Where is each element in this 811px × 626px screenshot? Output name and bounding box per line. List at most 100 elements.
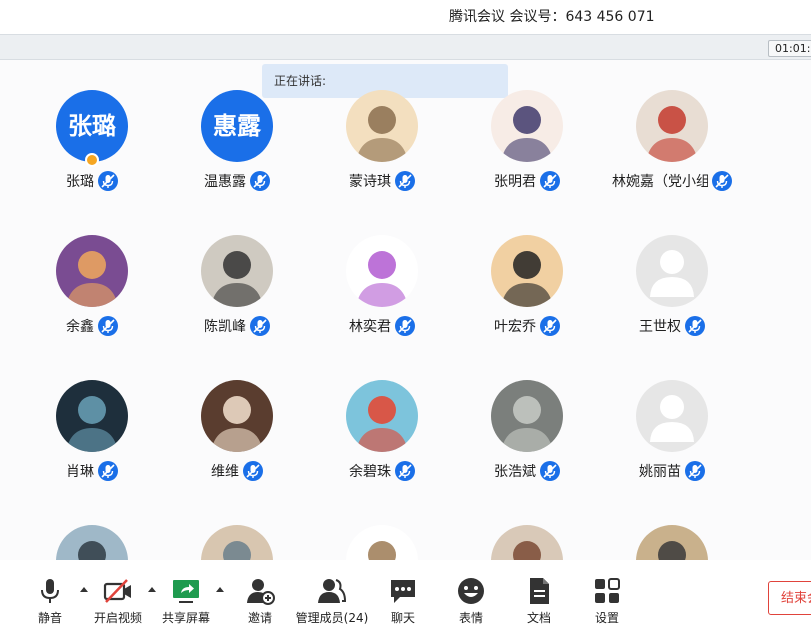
microphone-icon — [540, 171, 560, 191]
share-screen-button[interactable]: 共享屏幕 — [156, 560, 216, 625]
participant-gallery: 正在讲话: 张璐张璐惠露温惠露蒙诗琪张明君林婉嘉（党小组...余鑫陈凯峰林奕君叶… — [0, 60, 811, 560]
participant-avatar — [636, 90, 708, 162]
emoji-label: 表情 — [458, 611, 483, 625]
microphone-icon — [395, 171, 415, 191]
participant-name-line: 余碧珠 — [322, 460, 442, 482]
microphone-icon — [41, 579, 59, 603]
members-icon — [318, 579, 347, 603]
microphone-icon — [685, 316, 705, 336]
participant-name: 张明君 — [494, 174, 536, 190]
participant-avatar — [201, 380, 273, 452]
participant-name-line: 林婉嘉（党小组... — [612, 170, 732, 192]
participant-tile[interactable]: 蒙诗琪 — [322, 90, 442, 215]
camera-off-icon — [103, 579, 131, 603]
participant-name-line: 温惠露 — [177, 170, 297, 192]
participant-tile[interactable] — [467, 525, 587, 560]
chat-button[interactable]: 聊天 — [373, 560, 433, 625]
participant-tile[interactable]: 叶宏乔 — [467, 235, 587, 360]
invite-button[interactable]: 邀请 — [230, 560, 290, 625]
microphone-icon — [250, 316, 270, 336]
settings-button[interactable]: 设置 — [577, 560, 637, 625]
participant-tile[interactable]: 张明君 — [467, 90, 587, 215]
participant-avatar — [491, 525, 563, 560]
participant-tile[interactable]: 肖琳 — [32, 380, 152, 505]
share-screen-label: 共享屏幕 — [161, 611, 210, 625]
participant-name: 姚丽苗 — [639, 464, 681, 480]
participant-tile[interactable]: 王世权 — [612, 235, 732, 360]
microphone-icon — [243, 461, 263, 481]
participant-tile[interactable]: 张浩斌 — [467, 380, 587, 505]
participant-tile[interactable]: 林婉嘉（党小组... — [612, 90, 732, 215]
start-video-button[interactable]: 开启视频 — [88, 560, 148, 625]
participant-tile[interactable]: 姚丽苗 — [612, 380, 732, 505]
share-screen-icon — [173, 580, 199, 603]
participant-tile[interactable]: 林奕君 — [322, 235, 442, 360]
participant-name: 肖琳 — [66, 464, 94, 480]
manage-members-label: 管理成员(24) — [295, 611, 369, 625]
participant-name: 蒙诗琪 — [349, 174, 391, 190]
microphone-icon — [395, 461, 415, 481]
microphone-icon — [395, 316, 415, 336]
emoji-button[interactable]: 表情 — [441, 560, 501, 625]
microphone-icon — [98, 171, 118, 191]
participant-name-line: 叶宏乔 — [467, 315, 587, 337]
participant-tile[interactable] — [322, 525, 442, 560]
documents-label: 文档 — [526, 611, 551, 625]
participant-name-line: 张明君 — [467, 170, 587, 192]
participant-tile[interactable] — [612, 525, 732, 560]
participant-name-line: 张璐 — [32, 170, 152, 192]
participant-tile[interactable]: 惠露 温惠露 — [177, 90, 297, 215]
microphone-icon — [98, 316, 118, 336]
end-meeting-button[interactable]: 结束会议 — [768, 581, 811, 615]
mute-options-caret[interactable] — [80, 587, 88, 592]
participant-tile[interactable]: 张璐 张璐 — [32, 90, 152, 215]
participant-name: 林婉嘉（党小组... — [612, 174, 708, 190]
participant-name-line: 姚丽苗 — [612, 460, 732, 482]
participant-name: 叶宏乔 — [494, 319, 536, 335]
participant-name: 温惠露 — [204, 174, 246, 190]
participant-tile[interactable] — [32, 525, 152, 560]
participant-name-line: 维维 — [177, 460, 297, 482]
host-badge-icon — [85, 153, 99, 167]
participant-avatar — [636, 235, 708, 307]
microphone-icon — [712, 171, 732, 191]
mute-label: 静音 — [37, 611, 62, 625]
document-icon — [530, 578, 549, 604]
participant-tile[interactable] — [177, 525, 297, 560]
documents-button[interactable]: 文档 — [509, 560, 569, 625]
participant-tile[interactable]: 维维 — [177, 380, 297, 505]
participant-name-line: 余鑫 — [32, 315, 152, 337]
add-user-icon — [247, 579, 275, 605]
share-options-caret[interactable] — [216, 587, 224, 592]
meeting-toolbar: 静音 开启视频 共享屏幕 邀请 管理成员(24) 聊天 表情 文档 设置 结束会… — [0, 560, 811, 625]
participant-name-line: 王世权 — [612, 315, 732, 337]
participant-name-line: 张浩斌 — [467, 460, 587, 482]
mute-button[interactable]: 静音 — [20, 560, 80, 625]
participant-avatar — [636, 380, 708, 452]
participant-avatar — [491, 235, 563, 307]
invite-label: 邀请 — [247, 611, 272, 625]
participant-name: 维维 — [211, 464, 239, 480]
video-options-caret[interactable] — [148, 587, 156, 592]
settings-grid-icon — [595, 578, 620, 603]
participant-avatar — [346, 525, 418, 560]
participant-tile[interactable]: 余鑫 — [32, 235, 152, 360]
participant-tile[interactable]: 陈凯峰 — [177, 235, 297, 360]
participant-avatar — [491, 90, 563, 162]
participant-avatar — [636, 525, 708, 560]
participant-avatar — [201, 235, 273, 307]
manage-members-button[interactable]: 管理成员(24) — [292, 560, 372, 625]
participant-name: 林奕君 — [349, 319, 391, 335]
participant-avatar — [56, 525, 128, 560]
participant-avatar — [346, 90, 418, 162]
meeting-title: 腾讯会议 会议号：643 456 071 — [449, 9, 655, 25]
participant-avatar — [346, 235, 418, 307]
participant-name: 张璐 — [66, 174, 94, 190]
participant-name: 张浩斌 — [494, 464, 536, 480]
chat-label: 聊天 — [390, 611, 415, 625]
emoji-icon — [458, 578, 484, 604]
meeting-timer: 01:01: — [768, 40, 811, 57]
participant-name-line: 林奕君 — [322, 315, 442, 337]
participant-tile[interactable]: 余碧珠 — [322, 380, 442, 505]
participant-name-line: 肖琳 — [32, 460, 152, 482]
